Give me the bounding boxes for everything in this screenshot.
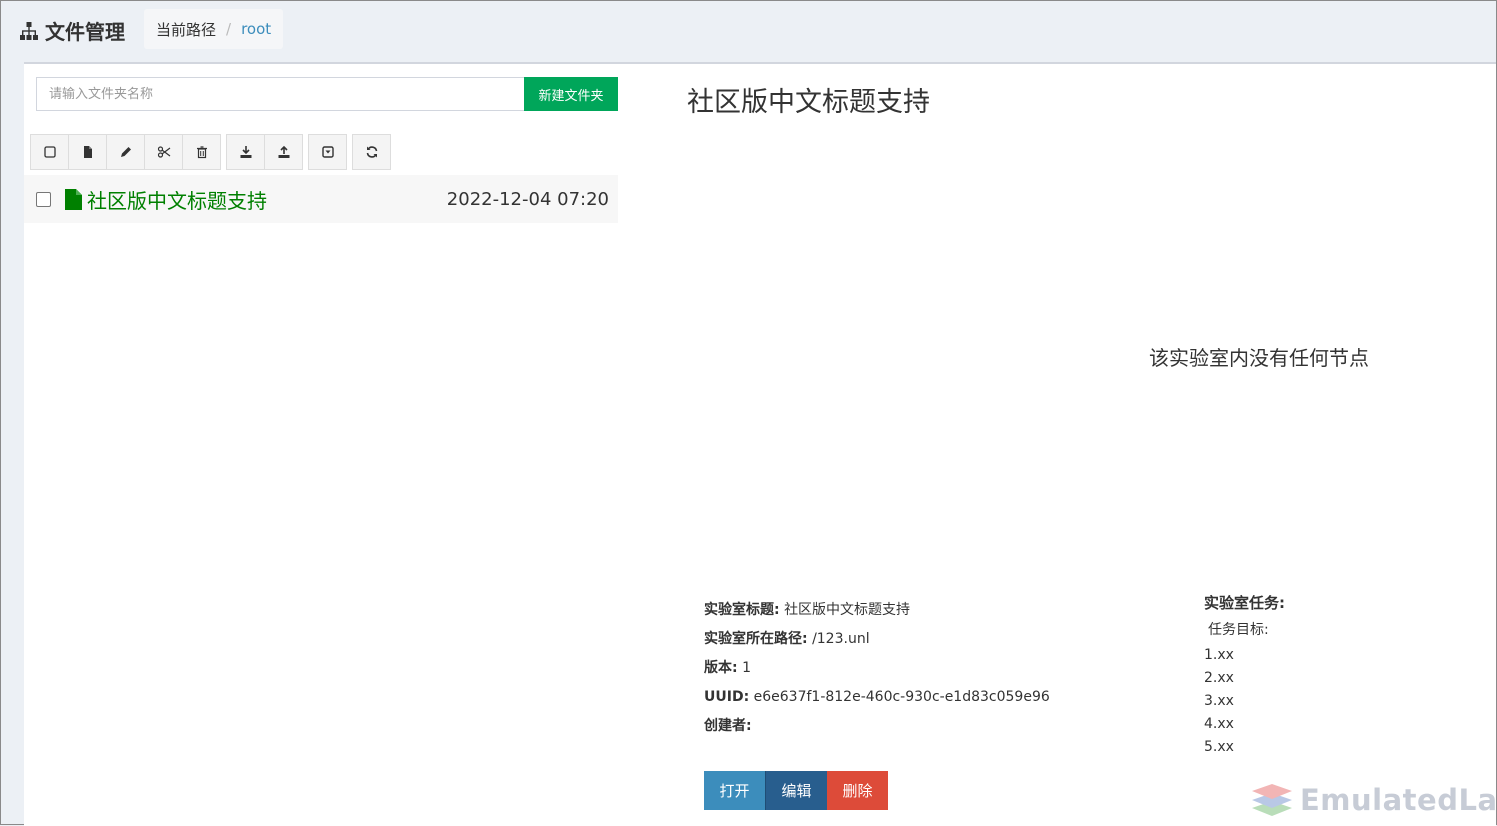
task-item: 3.xx [1204, 693, 1234, 709]
tasks-heading: 实验室任务: [1204, 594, 1285, 612]
file-row[interactable]: 社区版中文标题支持 2022-12-04 07:20 [24, 175, 618, 223]
edit-lab-button[interactable]: 编辑 [765, 771, 827, 810]
new-folder-button[interactable]: 新建文件夹 [524, 77, 618, 111]
page-title: 文件管理 [45, 20, 125, 44]
field-label: 实验室所在路径: [704, 631, 808, 647]
folder-name-input[interactable] [36, 77, 524, 111]
rename-button[interactable] [106, 134, 145, 170]
breadcrumb: 当前路径 / root [144, 9, 284, 49]
tasks-subheading: 任务目标: [1208, 622, 1269, 638]
lab-info: 实验室标题: 社区版中文标题支持 实验室所在路径: /123.unl 版本: 1… [704, 596, 1050, 741]
field-label: UUID: [704, 689, 750, 705]
delete-lab-button[interactable]: 删除 [827, 771, 888, 810]
lab-title-row: 实验室标题: 社区版中文标题支持 [704, 596, 1050, 625]
lab-uuid-row: UUID: e6e637f1-812e-460c-930c-e1d83c059e… [704, 683, 1050, 712]
refresh-button[interactable] [352, 134, 391, 170]
delete-file-button[interactable] [182, 134, 221, 170]
field-label: 创建者: [704, 718, 752, 734]
lab-preview-title: 社区版中文标题支持 [687, 87, 930, 118]
pencil-icon [120, 147, 131, 157]
archive-icon [321, 146, 334, 158]
lab-tasks: 实验室任务: 任务目标: 1.xx 2.xx 3.xx 4.xx 5.xx [1204, 590, 1285, 759]
field-value: 1 [742, 660, 751, 676]
task-item: 4.xx [1204, 716, 1234, 732]
file-name-link[interactable]: 社区版中文标题支持 [87, 185, 267, 214]
lab-version-row: 版本: 1 [704, 654, 1050, 683]
import-button[interactable] [226, 134, 265, 170]
export-button[interactable] [264, 134, 303, 170]
app-brand: 文件管理 [19, 16, 125, 45]
breadcrumb-label: 当前路径 [156, 20, 217, 39]
field-value: e6e637f1-812e-460c-930c-e1d83c059e96 [753, 689, 1050, 705]
field-value: 社区版中文标题支持 [784, 602, 911, 618]
collapse-button[interactable] [308, 134, 347, 170]
layers-logo-icon [1252, 784, 1292, 816]
file-checkbox[interactable] [36, 191, 51, 207]
upload-icon [278, 145, 289, 158]
watermark-text: EmulatedLab [1300, 783, 1497, 817]
cut-button[interactable] [144, 134, 183, 170]
field-label: 版本: [704, 660, 738, 676]
download-icon [240, 146, 251, 158]
main-content: 新建文件夹 [24, 62, 1496, 826]
file-icon [65, 188, 82, 210]
task-item: 2.xx [1204, 670, 1234, 686]
breadcrumb-separator: / [226, 20, 232, 38]
new-file-button[interactable] [68, 134, 107, 170]
file-toolbar [30, 134, 391, 170]
file-icon [83, 146, 92, 158]
trash-icon [196, 146, 207, 159]
refresh-icon [366, 146, 377, 158]
select-all-button[interactable] [30, 134, 69, 170]
open-lab-button[interactable]: 打开 [704, 771, 765, 810]
lab-path-row: 实验室所在路径: /123.unl [704, 625, 1050, 654]
top-bar: 文件管理 当前路径 / root [1, 1, 1496, 61]
empty-topology-message: 该实验室内没有任何节点 [1149, 346, 1369, 370]
breadcrumb-root-link[interactable]: root [241, 20, 271, 38]
field-value: /123.unl [812, 631, 870, 647]
task-item: 1.xx [1204, 647, 1234, 663]
task-item: 5.xx [1204, 739, 1234, 755]
field-label: 实验室标题: [704, 602, 780, 618]
scissors-icon [157, 146, 170, 158]
lab-actions: 打开 编辑 删除 [704, 771, 888, 810]
sitemap-icon [20, 21, 38, 40]
lab-author-row: 创建者: [704, 712, 1050, 741]
watermark: EmulatedLab [1250, 781, 1497, 819]
checkbox-icon [43, 146, 56, 158]
new-folder-form: 新建文件夹 [36, 77, 618, 111]
file-date: 2022-12-04 07:20 [446, 188, 609, 210]
